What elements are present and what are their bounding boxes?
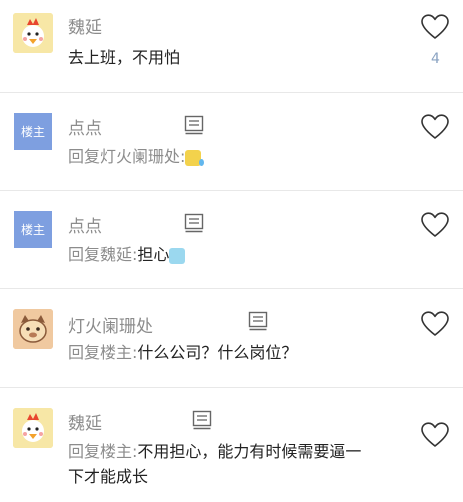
chick-avatar-icon	[13, 408, 53, 448]
comment-body: 担心	[137, 245, 170, 264]
comment-body: 什么公司？什么岗位？	[137, 343, 298, 362]
avatar[interactable]	[13, 309, 53, 349]
tired-face-emoji-icon	[185, 149, 205, 166]
heart-icon[interactable]	[421, 311, 449, 337]
comment-text: 去上班，不用怕	[68, 45, 180, 70]
heart-icon[interactable]	[421, 14, 449, 40]
avatar[interactable]: 楼主	[14, 211, 52, 248]
comment-item: 灯火阑珊处 回复楼主:什么公司？什么岗位？	[0, 289, 463, 388]
comment-body: 不用担心，能力有时候需要逼一	[137, 442, 362, 461]
reply-prefix: 回复灯火阑珊处:	[68, 147, 186, 166]
comment-text: 回复楼主:不用担心，能力有时候需要逼一 下才能成长	[68, 439, 361, 489]
reply-prefix: 回复楼主:	[68, 343, 138, 362]
comment-author[interactable]: 魏延	[68, 13, 102, 38]
comment-text: 回复灯火阑珊处:	[68, 144, 205, 169]
avatar[interactable]	[13, 408, 53, 448]
comment-icon[interactable]	[248, 311, 268, 331]
comment-icon[interactable]	[184, 115, 204, 135]
owner-badge: 楼主	[20, 125, 45, 139]
comment-item: 魏延 去上班，不用怕 4	[0, 0, 463, 93]
heart-icon[interactable]	[421, 212, 449, 238]
avatar[interactable]: 楼主	[14, 113, 52, 150]
comment-list: 魏延 去上班，不用怕 4 楼主 点点 回复灯火阑珊处: 楼主 点点 回复魏延:担…	[0, 0, 463, 502]
comment-item: 楼主 点点 回复灯火阑珊处:	[0, 93, 463, 191]
reply-prefix: 回复楼主:	[68, 442, 138, 461]
owner-badge: 楼主	[20, 223, 45, 237]
heart-icon[interactable]	[421, 114, 449, 140]
comment-icon[interactable]	[184, 213, 204, 233]
like-count: 4	[431, 51, 440, 67]
teary-face-emoji-icon	[169, 247, 186, 264]
cat-avatar-icon	[13, 309, 53, 349]
comment-text: 回复楼主:什么公司？什么岗位？	[68, 340, 297, 365]
comment-author[interactable]: 魏延	[68, 409, 102, 434]
comment-text: 回复魏延:担心	[68, 242, 186, 267]
reply-prefix: 回复魏延:	[68, 245, 138, 264]
heart-icon[interactable]	[421, 422, 449, 448]
comment-item: 魏延 回复楼主:不用担心，能力有时候需要逼一 下才能成长	[0, 388, 463, 502]
comment-author[interactable]: 灯火阑珊处	[68, 312, 153, 337]
comment-body: 去上班，不用怕	[68, 48, 181, 67]
chick-avatar-icon	[13, 13, 53, 53]
comment-author[interactable]: 点点	[68, 212, 102, 237]
comment-body-continued: 下才能成长	[68, 467, 149, 486]
avatar[interactable]	[13, 13, 53, 53]
comment-item: 楼主 点点 回复魏延:担心	[0, 191, 463, 289]
comment-author[interactable]: 点点	[68, 114, 102, 139]
comment-icon[interactable]	[192, 410, 212, 430]
